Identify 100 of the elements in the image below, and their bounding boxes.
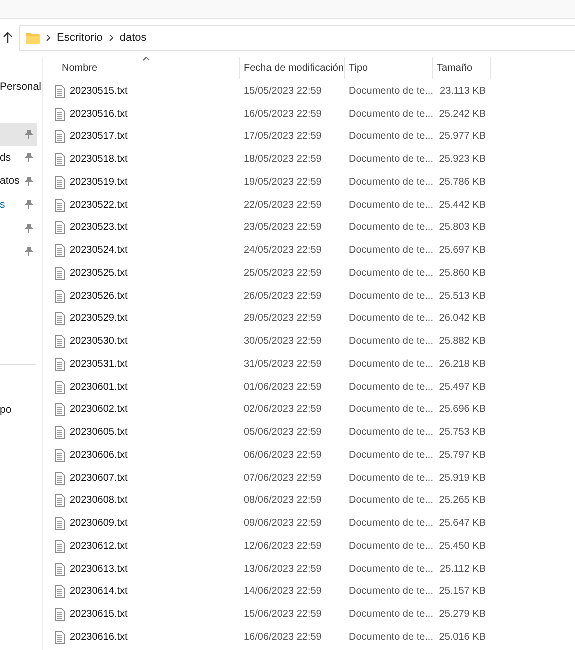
nav-label: s [0,198,6,211]
file-name[interactable]: 20230524.txt [70,239,128,262]
file-type: Documento de te... [348,335,433,350]
text-file-icon [55,221,65,234]
nav-item[interactable] [0,122,37,146]
file-type: Documento de te... [348,84,433,99]
file-type: Documento de te... [348,244,433,258]
file-name[interactable]: 20230518.txt [70,148,128,171]
pin-icon [25,247,33,256]
file-type: Documento de te... [348,540,433,554]
column-header[interactable]: Tamaño [433,57,491,79]
file-name[interactable]: 20230612.txt [70,535,128,558]
file-type: Documento de te... [348,380,433,395]
breadcrumb[interactable]: datos [120,32,147,44]
file-type: Documento de te... [348,585,433,600]
file-type: Documento de te... [348,472,433,486]
file-name[interactable]: 20230605.txt [70,421,128,444]
folder-icon [26,32,40,44]
file-name[interactable]: 20230517.txt [70,126,128,148]
modified-date: 14/06/2023 22:59 [243,585,323,600]
file-size: 25.265 KB [438,494,487,508]
nav-item[interactable]: atos [0,170,37,193]
file-name[interactable]: 20230515.txt [70,80,128,103]
text-file-icon [55,608,65,622]
file-size: 25.112 KB [439,562,487,577]
breadcrumb[interactable]: Escritorio [57,32,103,44]
nav-item[interactable]: ds [0,146,37,170]
modified-date: 01/06/2023 22:59 [243,380,323,395]
file-name[interactable]: 20230525.txt [70,262,128,285]
modified-date: 18/05/2023 22:59 [243,153,323,168]
text-file-icon [55,335,65,348]
text-file-icon [55,585,65,598]
file-size: 25.919 KB [438,472,487,486]
file-name[interactable]: 20230516.txt [70,102,128,126]
file-size: 23.113 KB [439,84,487,99]
file-name[interactable]: 20230530.txt [70,330,128,353]
file-name[interactable]: 20230606.txt [70,444,128,467]
text-file-icon [55,517,65,530]
file-size: 25.923 KB [438,153,487,168]
modified-date: 29/05/2023 22:59 [243,312,323,326]
file-name[interactable]: 20230519.txt [70,171,128,194]
file-size: 25.803 KB [438,221,487,236]
file-type: Documento de te... [348,608,433,622]
file-type: Documento de te... [348,448,433,463]
text-file-icon [55,540,65,553]
text-file-icon [55,426,65,440]
file-name[interactable]: 20230523.txt [70,216,128,240]
file-type: Documento de te... [348,312,433,326]
file-type: Documento de te... [348,517,433,532]
file-name[interactable]: 20230608.txt [70,490,128,512]
file-name[interactable]: 20230531.txt [70,353,128,376]
nav-item[interactable]: po [0,398,37,422]
modified-date: 17/05/2023 22:59 [243,130,323,144]
modified-date: 07/06/2023 22:59 [243,472,323,486]
file-name[interactable]: 20230601.txt [70,376,128,398]
file-size: 26.218 KB [438,358,487,372]
column-header[interactable]: Nombre [52,57,240,79]
text-file-icon [55,108,65,121]
file-size: 25.242 KB [438,108,487,122]
file-size: 25.279 KB [438,608,487,622]
modified-date: 16/06/2023 22:59 [243,630,323,645]
file-type: Documento de te... [348,153,433,168]
file-size: 25.977 KB [438,130,487,144]
file-name[interactable]: 20230526.txt [70,284,128,308]
text-file-icon [55,380,65,394]
file-size: 25.157 KB [438,585,487,600]
modified-date: 19/05/2023 22:59 [243,176,323,190]
file-name[interactable]: 20230609.txt [70,512,128,535]
file-name[interactable]: 20230616.txt [70,626,128,649]
modified-date: 23/05/2023 22:59 [243,221,323,236]
modified-date: 30/05/2023 22:59 [243,335,323,350]
text-file-icon [55,84,65,98]
file-size: 25.797 KB [438,448,487,463]
file-name[interactable]: 20230614.txt [70,580,128,604]
modified-date: 08/06/2023 22:59 [243,494,323,508]
pin-icon [25,176,33,186]
pin-icon [25,200,33,209]
file-name[interactable]: 20230613.txt [70,558,128,580]
file-type: Documento de te... [348,176,433,190]
modified-date: 06/06/2023 22:59 [243,448,323,463]
text-file-icon [55,630,65,644]
file-name[interactable]: 20230529.txt [70,308,128,330]
file-size: 25.442 KB [438,198,487,213]
up-arrow-icon[interactable] [3,32,13,44]
file-size: 25.697 KB [438,244,487,258]
file-type: Documento de te... [348,630,433,645]
column-header[interactable]: Tipo [345,57,433,79]
text-file-icon [55,153,65,166]
modified-date: 09/06/2023 22:59 [243,517,323,532]
nav-item[interactable]: s [0,193,37,216]
column-header[interactable]: Fecha de modificación [240,57,345,79]
file-name[interactable]: 20230602.txt [70,398,128,422]
modified-date: 31/05/2023 22:59 [243,358,323,372]
address-bar[interactable]: Escritorio datos [19,25,575,51]
text-file-icon [55,403,65,416]
file-name[interactable]: 20230615.txt [70,603,128,626]
file-size: 25.497 KB [438,380,487,395]
file-name[interactable]: 20230607.txt [70,466,128,490]
text-file-icon [55,198,65,212]
file-name[interactable]: 20230522.txt [70,194,128,216]
